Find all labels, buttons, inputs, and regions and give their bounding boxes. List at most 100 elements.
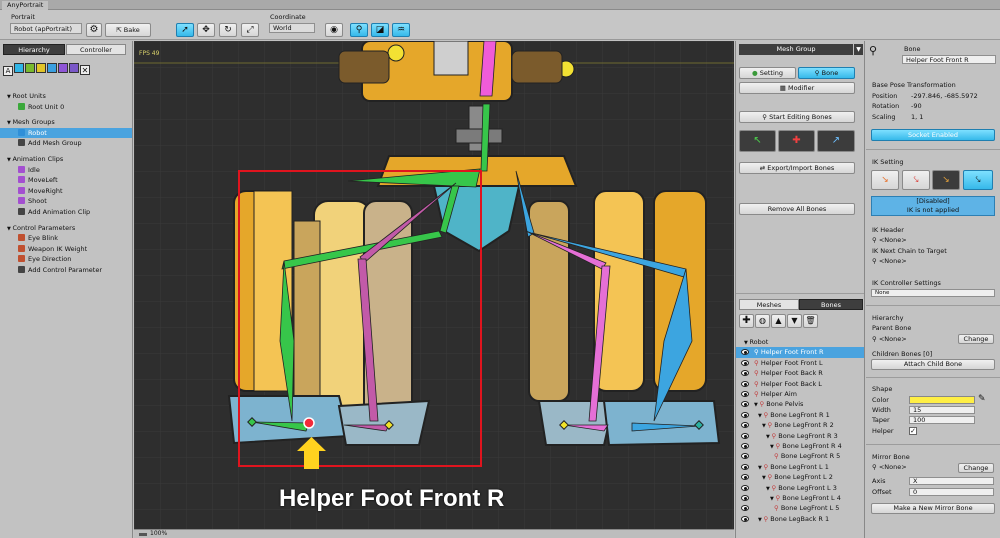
clear-filter-icon[interactable]: ✕ [80,65,90,75]
tree-item[interactable]: Idle [0,165,132,175]
visibility-eye-icon[interactable] [741,359,749,366]
socket-toggle[interactable]: Socket Enabled [871,129,995,141]
visibility-eye-icon[interactable] [741,484,749,491]
image-filter-icon[interactable] [25,63,35,73]
tab-meshes[interactable]: Meshes [739,299,799,310]
editor-viewport[interactable]: FPS 49 [134,41,734,529]
select-tool-button[interactable]: ➚ [176,23,194,37]
tree-item[interactable]: Add Animation Clip [0,207,132,217]
visibility-eye-icon[interactable] [741,443,749,449]
start-editing-button[interactable]: ⚲ Start Editing Bones [739,111,855,123]
tree-item[interactable]: Eye Direction [0,254,132,264]
axis-select[interactable]: X [909,477,994,485]
bone-list-item[interactable]: ⚲ Helper Foot Front R [736,347,864,358]
bone-list-item[interactable]: ▼ ⚲ Bone LegFront L 4 [736,493,864,503]
root-filter-icon[interactable] [14,63,24,73]
bone-tab-button[interactable]: ⚲ Bone [798,67,855,79]
visibility-eye-icon[interactable] [741,432,749,439]
bone-list-item[interactable]: ▼ ⚲ Bone LegFront R 1 [736,410,864,420]
animation-filter-icon[interactable] [58,63,68,73]
physics-view-button[interactable]: ♒ [392,23,410,37]
new-mirror-button[interactable]: Make a New Mirror Bone [871,503,995,514]
tree-item[interactable]: MoveRight [0,186,132,196]
bone-list-item[interactable]: ▼ ⚲ Bone LegFront R 2 [736,420,864,430]
ik-chain-button[interactable]: ↘ [932,170,960,190]
tab-controller[interactable]: Controller [66,44,126,55]
ik-none-button[interactable]: ↘ [871,170,899,190]
tree-section-header[interactable]: ▼ Animation Clips [7,154,63,164]
collapse-icon[interactable]: ▼ [854,44,863,55]
layer-icon[interactable]: ◍ [755,314,770,328]
ik-single-button[interactable]: ⤥ [902,170,930,190]
text-filter-icon[interactable]: A [3,66,13,76]
visibility-eye-icon[interactable] [741,505,749,512]
window-tab[interactable]: AnyPortrait [2,1,49,10]
bone-list-item[interactable]: ▼ ⚲ Bone LegFront L 2 [736,472,864,482]
visibility-eye-icon[interactable] [741,515,749,522]
visibility-eye-icon[interactable] [741,422,749,429]
tree-item[interactable]: Add Mesh Group [0,138,132,148]
bone-list-item[interactable]: ⚲ Helper Foot Back L [736,379,864,389]
color-swatch[interactable] [909,396,975,404]
visibility-eye-icon[interactable] [741,463,749,470]
bone-list-item[interactable]: ⚲ Helper Aim [736,389,864,399]
offset-field[interactable]: 0 [909,488,994,496]
scale-tool-button[interactable]: ⤢ [241,23,259,37]
ik-disabled-button[interactable]: ⤥ [963,170,993,190]
mesh-filter-icon[interactable] [36,63,46,73]
mesh-view-button[interactable]: ◪ [371,23,389,37]
onion-button[interactable]: ◉ [325,23,343,37]
bone-view-button[interactable]: ⚲ [350,23,368,37]
tree-section-header[interactable]: ▼ Control Parameters [7,223,75,233]
visibility-eye-icon[interactable] [741,349,749,356]
bone-list-item[interactable]: ▼ ⚲ Bone LegBack R 1 [736,514,864,524]
bone-list-item[interactable]: ▼ ⚲ Bone LegFront R 4 [736,441,864,451]
rotate-tool-button[interactable]: ↻ [219,23,237,37]
attach-child-button[interactable]: Attach Child Bone [871,359,995,370]
settings-button[interactable]: ⚙ [86,23,102,37]
visibility-eye-icon[interactable] [741,411,749,418]
width-field[interactable]: 15 [909,406,975,414]
bone-list-item[interactable]: ▼ Robot [736,337,864,347]
export-import-button[interactable]: ⇄ Export/Import Bones [739,162,855,174]
visibility-eye-icon[interactable] [741,401,749,408]
tab-hierarchy[interactable]: Hierarchy [3,44,65,55]
change-mirror-button[interactable]: Change [958,463,994,473]
tree-item[interactable]: Robot [0,127,132,138]
portrait-select[interactable]: Robot (apPortrait) [10,23,82,34]
tree-item[interactable]: Weapon IK Weight [0,244,132,254]
setting-tab-button[interactable]: ● Setting [739,67,796,79]
tree-item[interactable]: Root Unit 0 [0,102,132,112]
bone-list-item[interactable]: ▼ ⚲ Bone LegFront L 3 [736,483,864,493]
zoom-slider[interactable] [139,533,147,536]
bone-list-item[interactable]: ▼ ⚲ Bone Pelvis [736,399,864,409]
bone-list-item[interactable]: ▼ ⚲ Bone LegFront R 3 [736,431,864,441]
selected-bone-joint[interactable] [303,417,315,429]
bone-list-item[interactable]: ⚲ Helper Foot Back R [736,368,864,378]
tree-item[interactable]: Add Control Parameter [0,265,132,275]
visibility-eye-icon[interactable] [741,391,749,397]
bone-list-item[interactable]: ⚲ Bone LegFront R 5 [736,451,864,461]
meshgroup-filter-icon[interactable] [47,63,57,73]
param-filter-icon[interactable] [69,63,79,73]
move-up-icon[interactable]: ▲ [771,314,786,328]
trash-icon[interactable]: 🗑 [803,314,818,328]
remove-all-bones-button[interactable]: Remove All Bones [739,203,855,215]
coordinate-select[interactable]: World [269,23,315,33]
tree-section-header[interactable]: ▼ Mesh Groups [7,117,55,127]
add-bone-button[interactable]: ✚ [778,130,815,152]
helper-checkbox[interactable]: ✓ [909,427,917,435]
visibility-eye-icon[interactable] [741,495,749,501]
tree-item[interactable]: Eye Blink [0,233,132,243]
add-icon[interactable]: ✚ [739,314,754,328]
visibility-eye-icon[interactable] [741,380,749,387]
bone-name-field[interactable]: Helper Foot Front R [902,55,996,64]
change-parent-button[interactable]: Change [958,334,994,344]
tree-item[interactable]: MoveLeft [0,175,132,185]
bone-list-item[interactable]: ⚲ Helper Foot Front L [736,358,864,368]
bone-list-item[interactable]: ⚲ Bone LegFront L 5 [736,503,864,513]
move-down-icon[interactable]: ▼ [787,314,802,328]
tree-section-header[interactable]: ▼ Root Units [7,91,46,101]
tree-item[interactable]: Shoot [0,196,132,206]
modifier-button[interactable]: ▦ Modifier [739,82,855,94]
